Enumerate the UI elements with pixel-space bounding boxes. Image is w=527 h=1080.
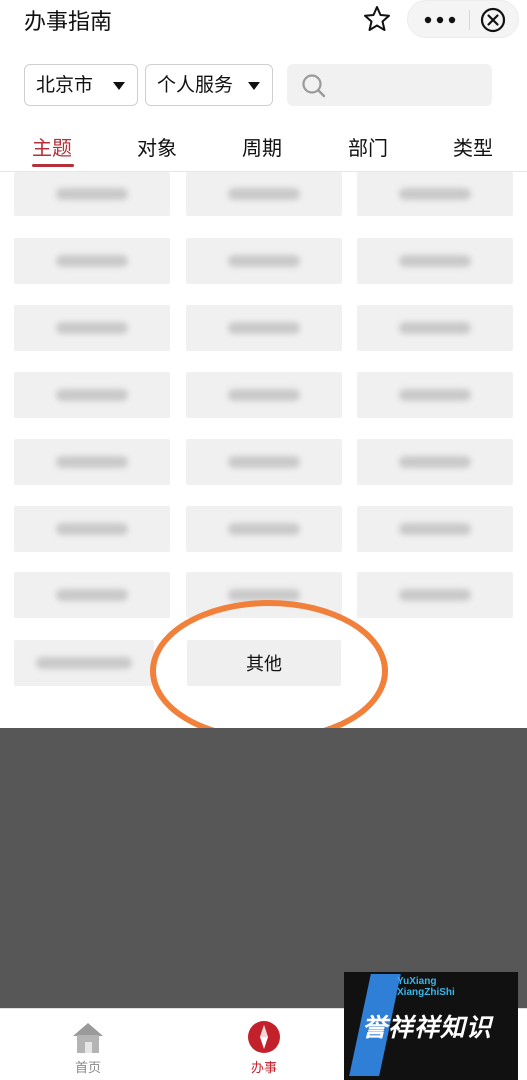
tab-target[interactable]: 对象 <box>137 132 177 161</box>
more-dots-icon <box>424 16 456 24</box>
topic-chip-blurred[interactable] <box>14 506 170 552</box>
tab-theme[interactable]: 主题 <box>32 132 72 161</box>
more-button[interactable] <box>420 4 460 34</box>
service-select-value: 个人服务 <box>157 74 234 96</box>
capsule-divider <box>469 10 470 30</box>
category-tabs: 主题 对象 周期 部门 类型 <box>0 120 527 172</box>
nav-label-home: 首页 <box>74 1061 101 1076</box>
home-icon <box>73 1023 103 1053</box>
topic-chip-blurred[interactable] <box>357 572 513 618</box>
compass-icon <box>248 1021 280 1053</box>
dimmed-overlay <box>0 728 527 1010</box>
caret-down-icon <box>248 82 260 90</box>
topic-chip-blurred[interactable] <box>357 506 513 552</box>
topic-chip-blurred[interactable] <box>186 238 342 284</box>
topic-chip-blurred[interactable] <box>357 372 513 418</box>
page-title: 办事指南 <box>24 10 113 35</box>
active-tab-indicator <box>32 164 74 167</box>
mini-program-capsule <box>407 0 519 38</box>
watermark-logo: YuXiang XiangZhiShi 誉祥祥知识 <box>344 972 518 1080</box>
watermark-text: 誉祥祥知识 <box>362 1013 493 1042</box>
topic-chip-other[interactable]: 其他 <box>187 640 341 686</box>
close-icon <box>480 7 506 33</box>
topic-chip-blurred[interactable] <box>186 572 342 618</box>
service-type-select[interactable]: 个人服务 <box>145 64 273 106</box>
filter-bar: 北京市 个人服务 <box>0 60 527 110</box>
topic-chip-blurred[interactable] <box>14 172 170 216</box>
watermark-subtitle: YuXiang XiangZhiShi <box>397 976 455 998</box>
search-box[interactable] <box>287 64 492 106</box>
nav-item-home[interactable]: 首页 <box>33 1009 143 1080</box>
close-button[interactable] <box>478 5 508 35</box>
topic-chip-blurred[interactable] <box>357 439 513 485</box>
star-icon <box>364 6 390 31</box>
tab-cycle[interactable]: 周期 <box>242 132 282 161</box>
topic-chip-blurred[interactable] <box>186 305 342 351</box>
nav-item-services[interactable]: 办事 <box>209 1009 319 1080</box>
topic-grid: 其他 <box>0 172 527 728</box>
tab-type[interactable]: 类型 <box>453 132 493 161</box>
topic-chip-blurred[interactable] <box>14 572 170 618</box>
topic-chip-blurred[interactable] <box>357 172 513 216</box>
topic-chip-blurred[interactable] <box>14 238 170 284</box>
favorite-button[interactable] <box>362 4 392 34</box>
caret-down-icon <box>113 82 125 90</box>
city-select[interactable]: 北京市 <box>24 64 138 106</box>
topic-chip-blurred[interactable] <box>14 439 170 485</box>
topic-chip-blurred[interactable] <box>186 172 342 216</box>
search-input[interactable] <box>335 70 485 100</box>
nav-label-services: 办事 <box>250 1061 277 1076</box>
topic-chip-blurred[interactable] <box>357 238 513 284</box>
topic-chip-blurred[interactable] <box>186 372 342 418</box>
search-icon <box>302 74 326 98</box>
topic-chip-blurred[interactable] <box>14 372 170 418</box>
tab-department[interactable]: 部门 <box>348 132 388 161</box>
topic-chip-blurred[interactable] <box>14 305 170 351</box>
title-bar: 办事指南 <box>0 0 527 44</box>
topic-chip-blurred[interactable] <box>14 640 154 686</box>
topic-chip-blurred[interactable] <box>186 506 342 552</box>
city-select-value: 北京市 <box>36 74 94 96</box>
topic-chip-blurred[interactable] <box>186 439 342 485</box>
topic-chip-blurred[interactable] <box>357 305 513 351</box>
